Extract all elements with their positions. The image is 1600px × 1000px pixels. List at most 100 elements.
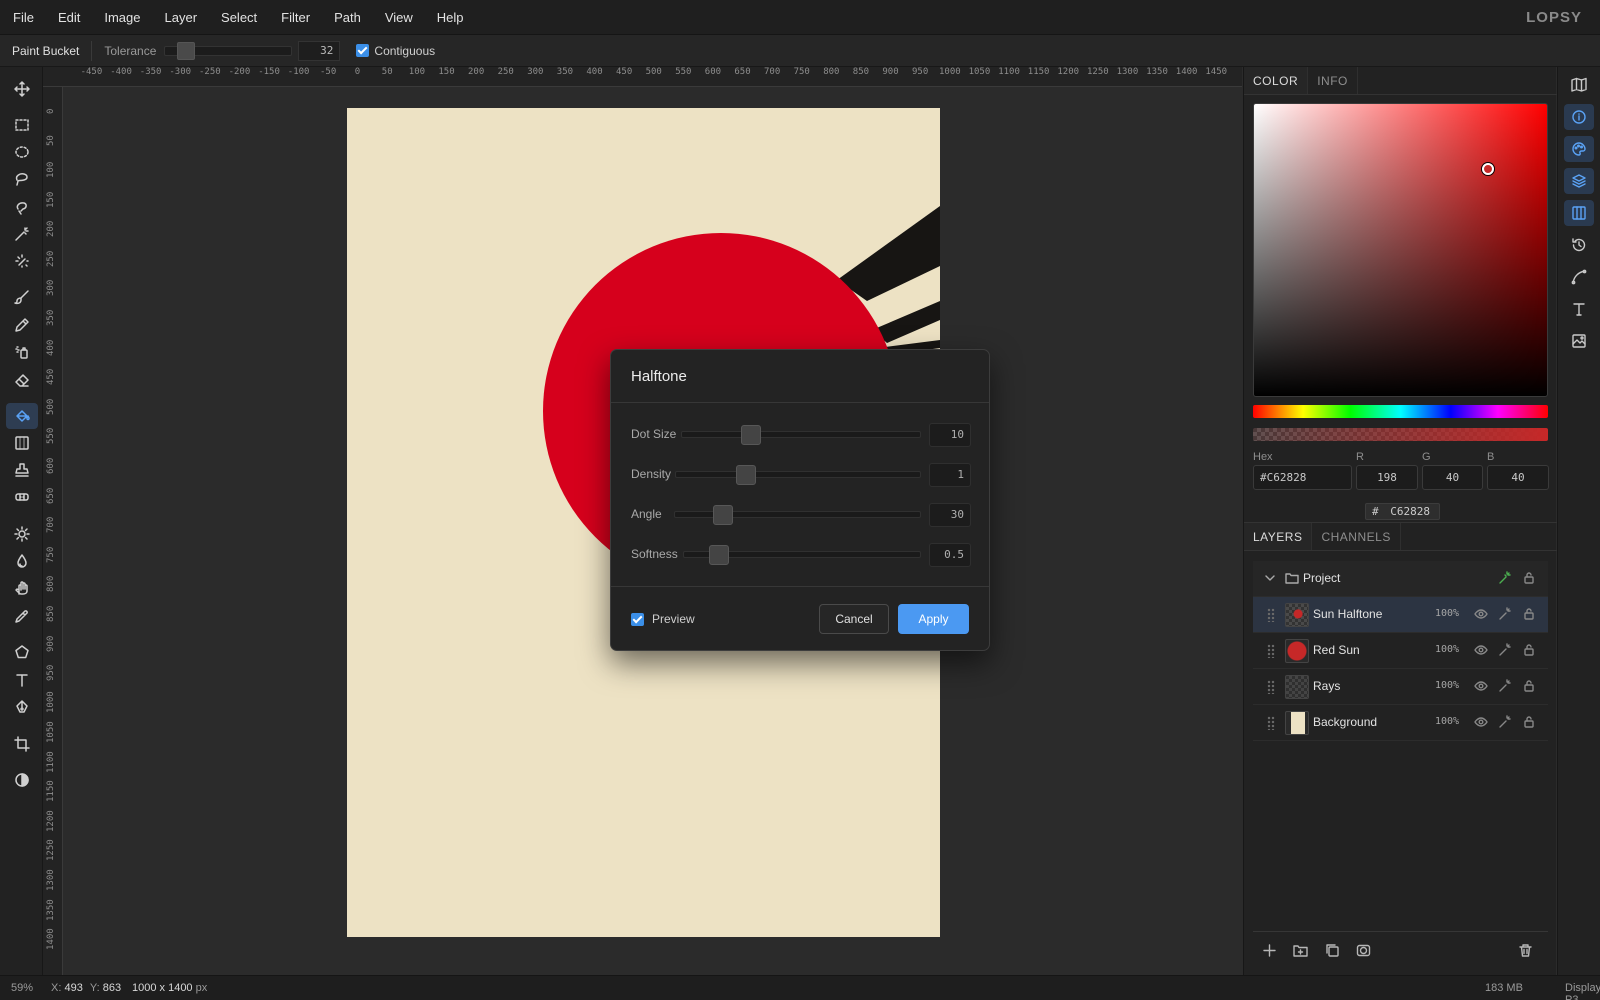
preview-toggle[interactable]: Preview (631, 612, 695, 626)
density-thumb[interactable] (736, 465, 757, 485)
drag-handle-icon[interactable] (1267, 608, 1275, 622)
lock-icon[interactable] (1522, 571, 1538, 587)
density-slider[interactable] (675, 471, 921, 478)
menu-image[interactable]: Image (92, 0, 152, 35)
effects-icon[interactable] (1498, 643, 1514, 659)
quick-select-icon[interactable] (6, 248, 38, 274)
layer-row-rays[interactable]: Rays 100% (1253, 669, 1548, 705)
drag-handle-icon[interactable] (1267, 644, 1275, 658)
eraser-icon[interactable] (6, 367, 38, 393)
menu-help[interactable]: Help (425, 0, 476, 35)
softness-thumb[interactable] (708, 545, 729, 565)
menu-file[interactable]: File (0, 0, 46, 35)
lock-icon[interactable] (1522, 607, 1538, 623)
menu-filter[interactable]: Filter (269, 0, 322, 35)
effects-icon[interactable] (1498, 571, 1514, 587)
angle-input[interactable]: 30 (929, 503, 971, 527)
menu-edit[interactable]: Edit (46, 0, 92, 35)
palette-icon[interactable] (1564, 136, 1594, 162)
layer-opacity[interactable]: 100% (1435, 644, 1459, 655)
layer-row-background[interactable]: Background 100% (1253, 705, 1548, 741)
add-layer-button[interactable] (1258, 939, 1280, 961)
tab-color[interactable]: COLOR (1244, 67, 1309, 94)
tab-channels[interactable]: CHANNELS (1312, 523, 1401, 550)
gradient-icon[interactable] (6, 430, 38, 456)
healing-icon[interactable] (6, 484, 38, 510)
rect-select-icon[interactable] (6, 112, 38, 138)
move-tool-icon[interactable] (6, 76, 38, 102)
paint-bucket-icon[interactable] (6, 403, 38, 429)
layer-row-red-sun[interactable]: Red Sun 100% (1253, 633, 1548, 669)
effects-icon[interactable] (1498, 715, 1514, 731)
pen-tool-icon[interactable] (6, 694, 38, 720)
duplicate-layer-button[interactable] (1321, 939, 1343, 961)
burn-icon[interactable] (6, 548, 38, 574)
brush-icon[interactable] (6, 284, 38, 310)
type-icon[interactable] (1564, 296, 1594, 322)
new-group-button[interactable] (1289, 939, 1311, 961)
spray-icon[interactable] (6, 339, 38, 365)
zoom-level[interactable]: 59% (11, 982, 33, 994)
effects-icon[interactable] (1498, 607, 1514, 623)
eye-icon[interactable] (1474, 643, 1490, 659)
smudge-icon[interactable] (6, 575, 38, 601)
ruler-vertical[interactable]: 0 50 100 150 200 250 300 350 400 450 500 550 600 650 7… (43, 87, 63, 975)
mask-button[interactable] (1352, 939, 1374, 961)
r-input[interactable]: 198 (1356, 465, 1418, 490)
preview-checkbox[interactable] (631, 612, 644, 626)
layer-opacity[interactable]: 100% (1435, 716, 1459, 727)
crop-icon[interactable] (6, 731, 38, 757)
softness-input[interactable]: 0.5 (929, 543, 971, 567)
pencil-icon[interactable] (6, 312, 38, 338)
ruler-horizontal[interactable]: -450 -400 -350 -300 -250 -200 -150 -100 -50 0 50 10… (43, 67, 1242, 87)
polygon-icon[interactable] (6, 639, 38, 665)
delete-layer-button[interactable] (1514, 939, 1536, 961)
tolerance-slider-thumb[interactable] (177, 41, 196, 60)
lock-icon[interactable] (1522, 715, 1538, 731)
menu-view[interactable]: View (373, 0, 425, 35)
contrast-icon[interactable] (6, 767, 38, 793)
path-icon[interactable] (1564, 264, 1594, 290)
saturation-value-picker[interactable] (1253, 103, 1548, 397)
g-input[interactable]: 40 (1422, 465, 1483, 490)
cancel-button[interactable]: Cancel (819, 604, 889, 634)
channels-icon[interactable] (1564, 200, 1594, 226)
hex-input[interactable]: #C62828 (1253, 465, 1352, 490)
dot-size-input[interactable]: 10 (929, 423, 971, 447)
info-icon[interactable] (1564, 104, 1594, 130)
hue-slider[interactable] (1253, 405, 1548, 418)
layer-row-sun-halftone[interactable]: Sun Halftone 100% (1253, 597, 1548, 633)
dot-size-slider[interactable] (681, 431, 921, 438)
color-picker-handle[interactable] (1482, 163, 1494, 175)
dot-size-thumb[interactable] (740, 425, 761, 445)
tolerance-input[interactable]: 32 (298, 40, 341, 61)
text-tool-icon[interactable] (6, 667, 38, 693)
tab-info[interactable]: INFO (1308, 67, 1358, 94)
angle-thumb[interactable] (713, 505, 734, 525)
layer-opacity[interactable]: 100% (1435, 608, 1459, 619)
eye-icon[interactable] (1474, 715, 1490, 731)
drag-handle-icon[interactable] (1267, 680, 1275, 694)
menu-select[interactable]: Select (209, 0, 269, 35)
b-input[interactable]: 40 (1487, 465, 1549, 490)
layers-icon[interactable] (1564, 168, 1594, 194)
contiguous-toggle[interactable]: Contiguous (356, 44, 435, 58)
apply-button[interactable]: Apply (898, 604, 969, 634)
eye-icon[interactable] (1474, 607, 1490, 623)
menu-layer[interactable]: Layer (153, 0, 210, 35)
angle-slider[interactable] (674, 511, 921, 518)
effects-icon[interactable] (1498, 679, 1514, 695)
density-input[interactable]: 1 (929, 463, 971, 487)
dodge-icon[interactable] (6, 521, 38, 547)
eye-icon[interactable] (1474, 679, 1490, 695)
ellipse-select-icon[interactable] (6, 139, 38, 165)
lock-icon[interactable] (1522, 643, 1538, 659)
map-icon[interactable] (1564, 72, 1594, 98)
magnetic-lasso-icon[interactable] (6, 194, 38, 220)
tab-layers[interactable]: LAYERS (1244, 523, 1313, 550)
lasso-icon[interactable] (6, 166, 38, 192)
image-edit-icon[interactable] (1564, 328, 1594, 354)
eyedropper-icon[interactable] (6, 603, 38, 629)
layer-opacity[interactable]: 100% (1435, 680, 1459, 691)
layer-group-project[interactable]: Project (1253, 561, 1548, 597)
